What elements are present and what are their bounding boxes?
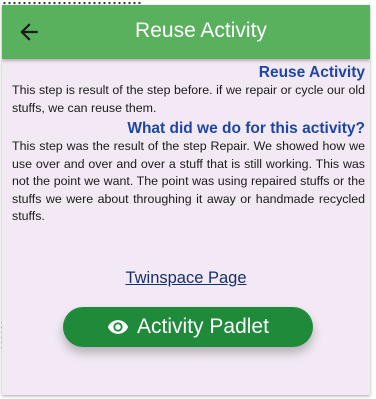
app-bar: Reuse Activity [2, 5, 370, 59]
content-area: Reuse Activity This step is result of th… [12, 64, 365, 226]
section-heading-reuse: Reuse Activity [258, 64, 365, 81]
section-text-reuse: This step is result of the step before. … [12, 83, 365, 115]
activity-padlet-button[interactable]: Activity Padlet [63, 307, 313, 347]
page-title: Reuse Activity [135, 19, 267, 42]
twinspace-link[interactable]: Twinspace Page [2, 269, 370, 288]
section-text-what-did-we-do: This step was the result of the step Rep… [12, 139, 365, 223]
eye-icon [107, 320, 129, 334]
arrow-left-icon[interactable] [16, 19, 42, 45]
activity-padlet-label: Activity Padlet [137, 315, 269, 338]
app-screen: Reuse Activity Reuse Activity This step … [2, 5, 370, 395]
screenshot-frame: Reuse Activity Reuse Activity This step … [0, 0, 376, 399]
section-heading-what-did-we-do: What did we do for this activity? [127, 120, 365, 137]
